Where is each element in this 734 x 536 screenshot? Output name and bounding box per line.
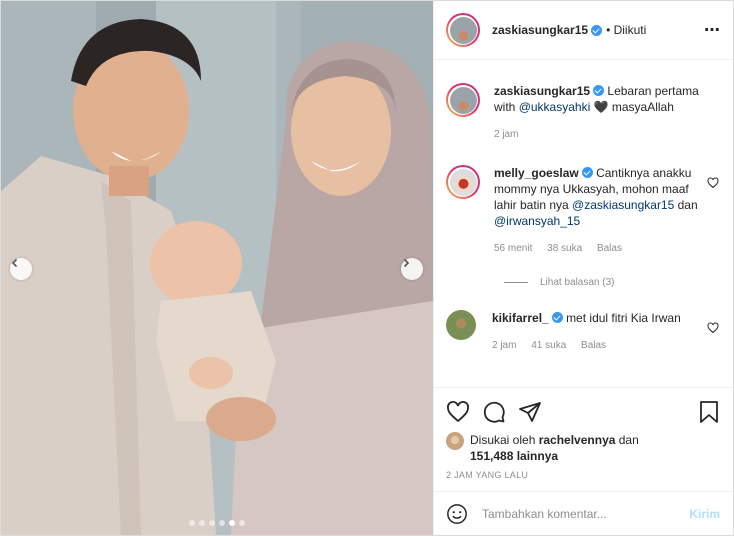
- carousel-dot: [229, 520, 235, 526]
- comment-row: kikifarrel_ met idul fitri Kia Irwan 2 j…: [446, 310, 720, 354]
- chevron-left-icon: [11, 258, 18, 268]
- like-heart-icon[interactable]: [446, 400, 470, 424]
- chevron-right-icon: [403, 258, 410, 268]
- instagram-post: zaskiasungkar15 • Diikuti ⋯ zaskiasungka…: [0, 0, 734, 536]
- liker-username[interactable]: rachelvennya: [539, 433, 616, 447]
- author-username[interactable]: zaskiasungkar15: [492, 23, 588, 37]
- more-options-icon[interactable]: ⋯: [704, 20, 721, 40]
- likes-count[interactable]: 151,488 lainnya: [470, 449, 558, 463]
- caption-avatar[interactable]: [446, 83, 480, 117]
- post-photo[interactable]: [1, 1, 433, 535]
- liker-avatar[interactable]: [446, 432, 464, 450]
- comment-like-count[interactable]: 38 suka: [547, 243, 582, 254]
- likes-prefix: Disukai oleh: [470, 433, 539, 447]
- post-actions: Disukai oleh rachelvennya dan 151,488 la…: [434, 387, 732, 480]
- like-comment-heart-icon[interactable]: [706, 322, 720, 334]
- comment-text: dan: [674, 198, 698, 212]
- share-send-icon[interactable]: [518, 400, 542, 424]
- mention-link[interactable]: @irwansyah_15: [494, 214, 580, 228]
- mention-link[interactable]: @ukkasyahki: [519, 100, 591, 114]
- send-comment-button[interactable]: Kirim: [689, 507, 720, 521]
- post-side-panel: zaskiasungkar15 • Diikuti ⋯ zaskiasungka…: [433, 1, 733, 535]
- comment-username[interactable]: kikifarrel_: [492, 311, 549, 325]
- carousel-dots: [1, 520, 433, 526]
- follow-status[interactable]: • Diikuti: [606, 23, 646, 37]
- verified-icon: [551, 312, 563, 323]
- emoji-icon[interactable]: [446, 503, 468, 525]
- comment-input[interactable]: [482, 506, 690, 521]
- caption-row: zaskiasungkar15 Lebaran pertama with @uk…: [446, 83, 720, 143]
- comment-text: 🖤 masyaAllah: [590, 100, 674, 114]
- carousel-dot: [219, 520, 225, 526]
- post-timestamp[interactable]: 2 JAM YANG LALU: [446, 470, 720, 480]
- comment-username[interactable]: zaskiasungkar15: [494, 84, 590, 98]
- author-avatar[interactable]: [446, 13, 480, 47]
- mention-link[interactable]: @zaskiasungkar15: [572, 198, 674, 212]
- comment-username[interactable]: melly_goeslaw: [494, 166, 579, 180]
- next-photo-button[interactable]: [401, 258, 423, 280]
- comment-time[interactable]: 2 jam: [494, 129, 518, 140]
- view-replies-label: Lihat balasan (3): [540, 277, 615, 288]
- verified-icon: [581, 167, 593, 178]
- carousel-dot: [189, 520, 195, 526]
- comment-time[interactable]: 56 menit: [494, 243, 532, 254]
- reply-button[interactable]: Balas: [581, 340, 606, 351]
- comments-list: zaskiasungkar15 Lebaran pertama with @uk…: [434, 61, 732, 387]
- comment-composer: Kirim: [434, 491, 732, 535]
- like-comment-heart-icon[interactable]: [706, 177, 720, 189]
- comment-time[interactable]: 2 jam: [492, 340, 516, 351]
- save-bookmark-icon[interactable]: [698, 400, 720, 424]
- commenter-avatar[interactable]: [446, 165, 480, 199]
- comment-like-count[interactable]: 41 suka: [531, 340, 566, 351]
- reply-button[interactable]: Balas: [597, 243, 622, 254]
- likes-joiner: dan: [615, 433, 639, 447]
- commenter-avatar[interactable]: [446, 310, 476, 340]
- comment-text: met idul fitri Kia Irwan: [566, 311, 681, 325]
- carousel-dot: [239, 520, 245, 526]
- post-header: zaskiasungkar15 • Diikuti ⋯: [434, 1, 733, 60]
- carousel-dot: [199, 520, 205, 526]
- view-replies-button[interactable]: Lihat balasan (3): [504, 277, 720, 288]
- verified-icon: [591, 24, 603, 36]
- comment-icon[interactable]: [482, 400, 506, 424]
- likes-summary: Disukai oleh rachelvennya dan 151,488 la…: [446, 432, 720, 464]
- family-photo-illustration: [1, 1, 433, 535]
- comment-row: melly_goeslaw Cantiknya anakku mommy nya…: [446, 165, 720, 257]
- carousel-dot: [209, 520, 215, 526]
- verified-icon: [593, 85, 605, 96]
- previous-photo-button[interactable]: [10, 258, 32, 280]
